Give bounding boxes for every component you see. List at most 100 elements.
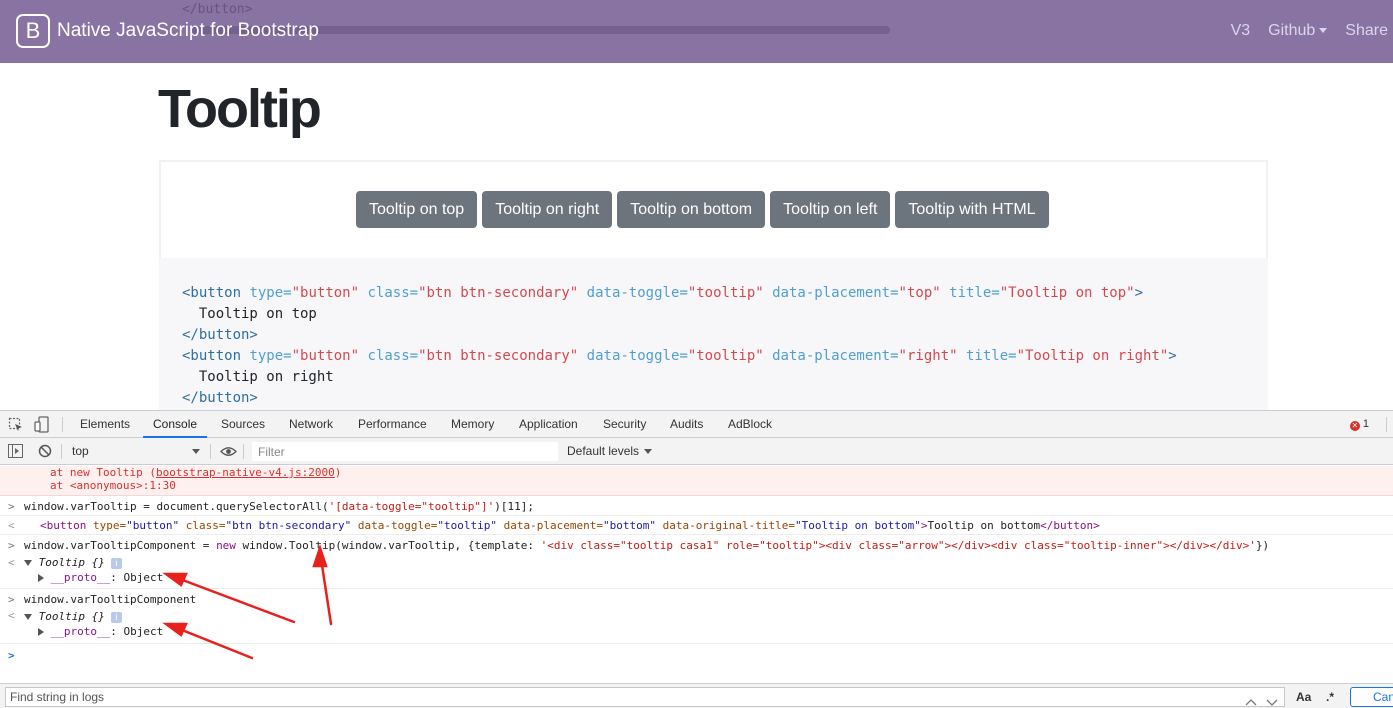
console-prompt-row[interactable]: > [0, 644, 1393, 668]
stack-text: ) [334, 466, 342, 479]
tooltip-button-row: Tooltip on top Tooltip on right Tooltip … [356, 191, 1049, 228]
expand-triangle-icon[interactable] [38, 628, 44, 636]
tooltip-right-button[interactable]: Tooltip on right [482, 191, 613, 228]
bootstrap-logo-icon[interactable]: B [16, 14, 50, 48]
tab-application[interactable]: Application [519, 411, 578, 438]
console-element-output[interactable]: <button type="button" class="btn btn-sec… [40, 519, 1100, 532]
html-attr-value: "button" [126, 519, 180, 532]
nav-links: V3 Github Share [1231, 22, 1388, 40]
property-sep: : [110, 625, 124, 638]
html-attr-value: "btn btn-secondary" [225, 519, 352, 532]
divider [1386, 417, 1387, 432]
tooltip-left-button[interactable]: Tooltip on left [770, 191, 891, 228]
property-value: Object [123, 625, 164, 638]
search-up-icon[interactable] [1245, 692, 1257, 708]
context-value: top [72, 444, 89, 458]
output-marker: < [8, 609, 15, 622]
property-key: __proto__ [50, 571, 111, 584]
object-output[interactable]: Tooltip {} i [24, 556, 122, 569]
code-attr: data-placement= [772, 348, 899, 364]
tab-adblock[interactable]: AdBlock [728, 411, 772, 438]
console-filter-input[interactable] [252, 442, 558, 461]
brand-title[interactable]: Native JavaScript for Bootstrap [57, 20, 319, 42]
chevron-down-icon [644, 449, 653, 455]
source-link[interactable]: bootstrap-native-v4.js:2000 [156, 466, 335, 479]
property-key: __proto__ [50, 625, 111, 638]
info-badge-icon[interactable]: i [110, 611, 122, 623]
nav-link-github[interactable]: Github [1268, 22, 1328, 40]
code-tag: > [1168, 348, 1177, 364]
console-prompt-icon[interactable]: > [8, 649, 15, 662]
cancel-search-button[interactable]: Cancel [1350, 687, 1393, 707]
tooltip-bottom-button[interactable]: Tooltip on bottom [617, 191, 766, 228]
tab-audits[interactable]: Audits [670, 411, 703, 438]
code-example: <button type="button" class="btn btn-sec… [159, 258, 1268, 410]
code-attr: title= [966, 348, 1017, 364]
code-value: "btn btn-secondary" [418, 285, 579, 301]
error-counter[interactable]: ✕ 1 [1349, 411, 1369, 438]
nav-link-share[interactable]: Share [1345, 22, 1388, 40]
code-attr: data-placement= [772, 285, 899, 301]
code-text: window.varTooltipComponent = [24, 539, 217, 552]
property-value: Object [123, 571, 164, 584]
code-line: <button type="button" class="btn btn-sec… [182, 348, 1177, 364]
log-levels-dropdown[interactable]: Default levels [567, 438, 653, 465]
eye-icon[interactable] [220, 446, 237, 457]
input-marker: > [8, 593, 15, 606]
match-case-button[interactable]: Aa [1296, 687, 1311, 707]
collapse-triangle-icon[interactable] [24, 560, 32, 566]
chevron-down-icon [1319, 28, 1328, 34]
expand-triangle-icon[interactable] [38, 574, 44, 582]
code-tag: > [1134, 285, 1144, 301]
console-command: window.varTooltip = document.querySelect… [24, 500, 534, 513]
html-attr: data-toggle= [351, 519, 438, 532]
html-attr-value: "tooltip" [437, 519, 497, 532]
code-text: )[11]; [494, 500, 534, 513]
info-badge-icon[interactable]: i [110, 557, 122, 569]
object-output[interactable]: Tooltip {} i [24, 610, 122, 623]
devtools-panel: Elements Console Sources Network Perform… [0, 410, 1393, 708]
clear-console-icon[interactable] [38, 444, 52, 458]
html-tag: <button [40, 519, 87, 532]
inspect-element-icon[interactable] [8, 417, 24, 433]
stack-frame: at <anonymous>:1:30 [50, 479, 176, 492]
code-attr: type= [249, 348, 292, 364]
output-marker: < [8, 556, 15, 569]
code-attr: data-toggle= [586, 285, 688, 301]
proto-row[interactable]: __proto__: Object [38, 625, 163, 638]
collapse-triangle-icon[interactable] [24, 614, 32, 620]
search-down-icon[interactable] [1266, 693, 1278, 708]
page-title: Tooltip [158, 79, 322, 139]
tooltip-html-button[interactable]: Tooltip with HTML [895, 191, 1049, 228]
tab-elements[interactable]: Elements [80, 411, 130, 438]
code-keyword: new [216, 539, 236, 552]
error-icon: ✕ [1349, 421, 1360, 431]
stack-text: at new Tooltip ( [50, 466, 156, 479]
tab-console[interactable]: Console [143, 411, 208, 438]
tab-performance[interactable]: Performance [358, 411, 427, 438]
context-selector[interactable]: top [66, 442, 204, 461]
console-input-row: > window.varTooltipComponent = new windo… [0, 535, 1393, 589]
tab-memory[interactable]: Memory [451, 411, 494, 438]
regex-button[interactable]: .* [1326, 687, 1334, 707]
tab-sources[interactable]: Sources [221, 411, 265, 438]
device-toolbar-icon[interactable] [34, 416, 50, 433]
code-value: "Tooltip on top" [999, 285, 1135, 301]
html-tag: > [920, 519, 928, 532]
nav-link-v3[interactable]: V3 [1231, 22, 1251, 40]
tab-security[interactable]: Security [603, 411, 646, 438]
code-value: "right" [898, 348, 958, 364]
proto-row[interactable]: __proto__: Object [38, 571, 163, 584]
code-text: window.varTooltip = document.querySelect… [24, 500, 329, 513]
tooltip-top-button[interactable]: Tooltip on top [356, 191, 478, 228]
chevron-down-icon [192, 449, 200, 454]
find-in-logs-input[interactable] [5, 687, 1285, 707]
tab-network[interactable]: Network [289, 411, 333, 438]
html-attr: data-placement= [497, 519, 603, 532]
code-attr: type= [249, 285, 292, 301]
sidebar-toggle-icon[interactable] [8, 444, 23, 458]
code-line: Tooltip on top [182, 306, 317, 322]
divider [243, 444, 244, 459]
html-attr: type= [86, 519, 127, 532]
console-error-row: at new Tooltip (bootstrap-native-v4.js:2… [0, 466, 1393, 496]
